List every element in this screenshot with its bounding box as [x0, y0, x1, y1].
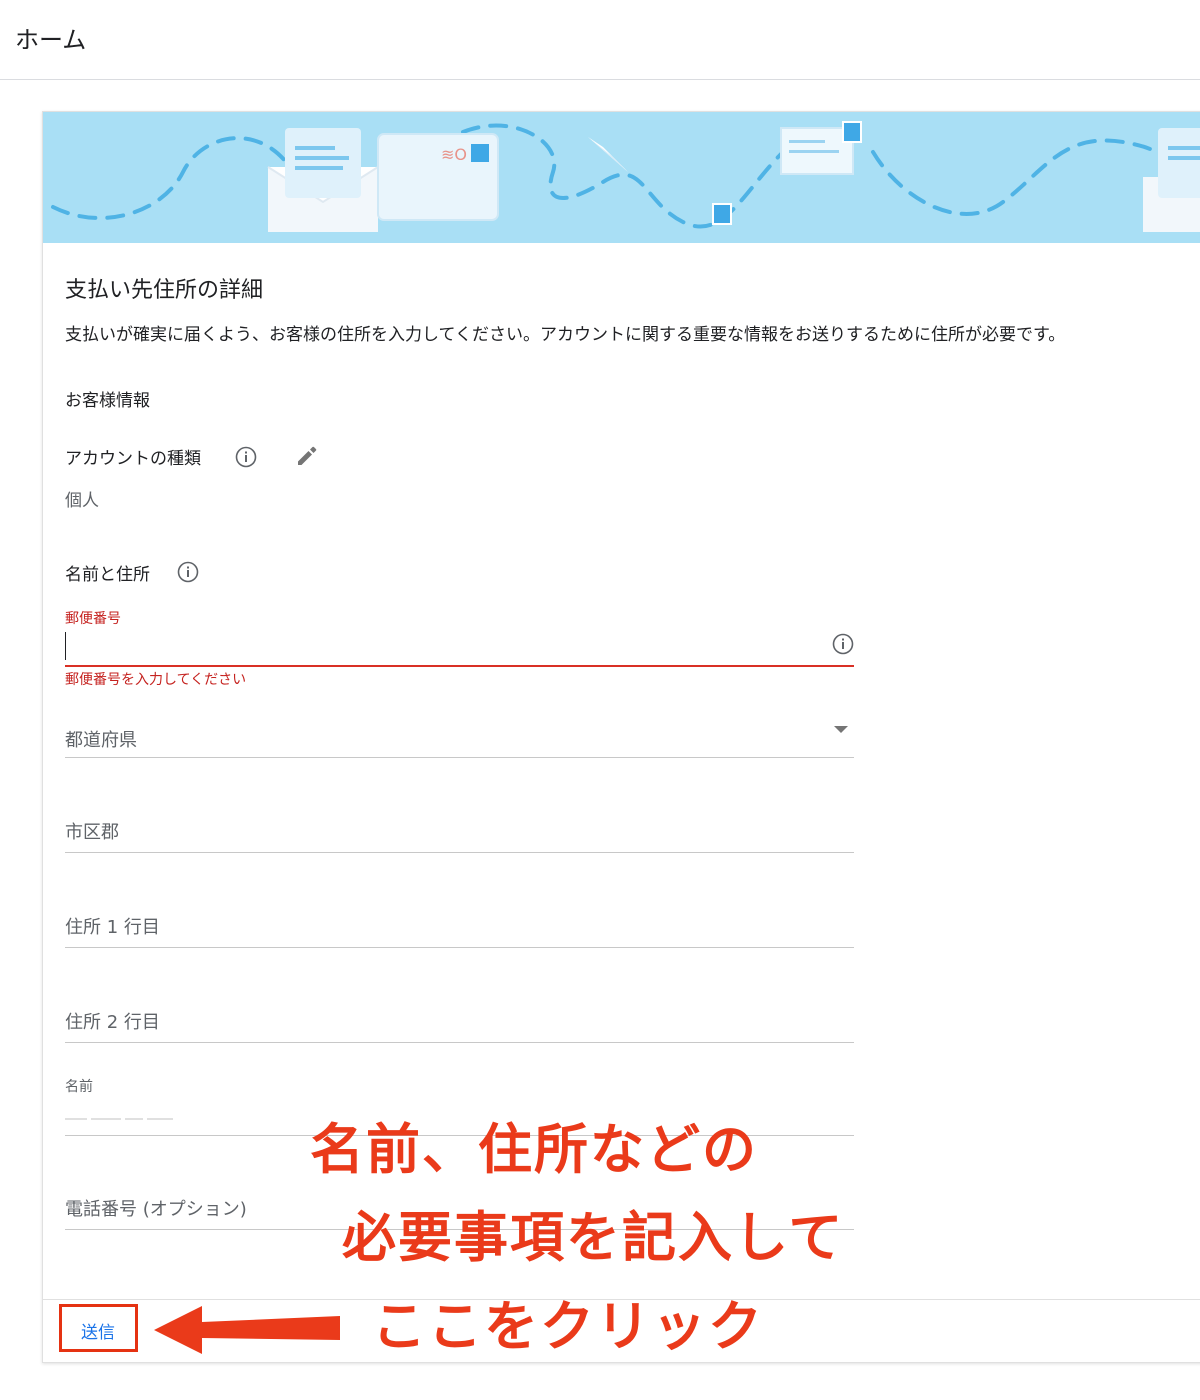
annotation-text-line2: 必要事項を記入して: [342, 1206, 845, 1269]
field-underline: [65, 757, 854, 758]
phone-placeholder: 電話番号 (オプション): [65, 1199, 247, 1220]
address-line2-placeholder: 住所 2 行目: [65, 1012, 160, 1033]
city-placeholder: 市区郡: [65, 822, 119, 843]
mail-banner-illustration: ≋O: [43, 112, 1200, 243]
address-line2-input[interactable]: 住所 2 行目: [65, 996, 854, 1043]
annotation-highlight-box: [59, 1304, 138, 1352]
info-icon[interactable]: [832, 633, 854, 655]
name-label: 名前: [65, 1079, 93, 1095]
text-caret: [65, 632, 66, 660]
postal-code-error: 郵便番号を入力してください: [65, 672, 247, 688]
account-type-value: 個人: [65, 491, 99, 511]
annotation-arrow-icon: [154, 1306, 340, 1354]
postal-code-label: 郵便番号: [65, 611, 121, 627]
address-line1-input[interactable]: 住所 1 行目: [65, 901, 854, 948]
pencil-edit-icon[interactable]: [293, 442, 321, 470]
page-title: ホーム: [15, 26, 87, 54]
info-icon[interactable]: [235, 446, 257, 468]
prefecture-placeholder: 都道府県: [65, 730, 137, 751]
city-input[interactable]: 市区郡: [65, 806, 854, 853]
field-underline: [65, 1042, 854, 1043]
field-underline: [65, 947, 854, 948]
form-heading: 支払い先住所の詳細: [65, 278, 264, 303]
field-underline: [65, 852, 854, 853]
svg-text:≋O: ≋O: [441, 145, 467, 164]
customer-info-section-title: お客様情報: [65, 391, 150, 411]
dropdown-arrow-icon: [834, 726, 848, 733]
top-app-bar: ホーム: [0, 0, 1200, 80]
annotation-text-line1: 名前、住所などの: [310, 1118, 758, 1181]
name-address-label: 名前と住所: [65, 565, 150, 585]
prefecture-select[interactable]: 都道府県: [65, 712, 854, 758]
name-value-redacted: [65, 1105, 205, 1120]
account-type-label: アカウントの種類: [65, 449, 201, 469]
postal-code-input[interactable]: [65, 627, 854, 667]
form-description: 支払いが確実に届くよう、お客様の住所を入力してください。アカウントに関する重要な…: [65, 325, 1066, 345]
address-line1-placeholder: 住所 1 行目: [65, 917, 160, 938]
annotation-text-line3: ここをクリック: [372, 1295, 764, 1358]
info-icon[interactable]: [177, 561, 199, 583]
